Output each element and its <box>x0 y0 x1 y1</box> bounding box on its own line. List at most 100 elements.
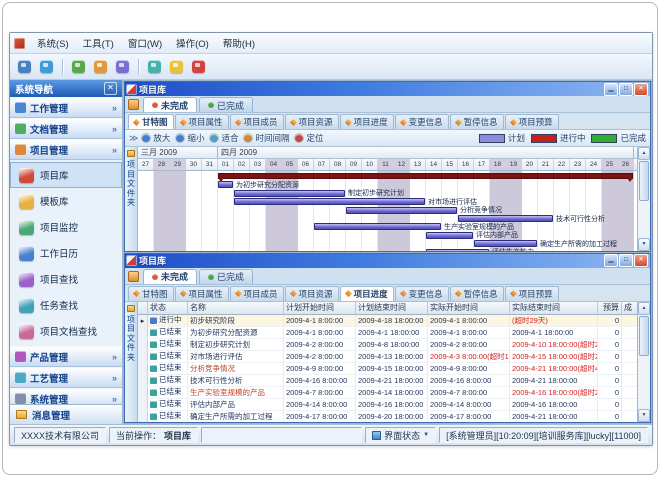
column-header-actual-end[interactable]: 实际结束时间 <box>510 302 598 315</box>
tab-progress[interactable]: 项目进度 <box>340 114 394 129</box>
column-header-name[interactable]: 名称 <box>188 302 284 315</box>
gantt-tool-zoom-out[interactable]: 缩小 <box>176 132 204 144</box>
table-row[interactable]: 已结束确定生产所需的加工过程2009-4-17 8:00:002009-4-20… <box>138 411 637 423</box>
tab-pause-info[interactable]: 暂停信息 <box>450 114 504 129</box>
scrollbar-thumb[interactable] <box>639 316 649 356</box>
gantt-bar-lab-scale-product[interactable] <box>314 223 441 230</box>
gantt-tool-locate[interactable]: 定位 <box>295 132 323 144</box>
column-header-budget[interactable]: 预算 <box>598 302 622 315</box>
gantt-bar-initial-research-phase[interactable] <box>218 173 633 179</box>
scroll-up-icon[interactable] <box>638 302 650 315</box>
table-row[interactable]: 已结束技术可行性分析2009-4-16 8:00:002009-4-21 18:… <box>138 375 637 387</box>
sidebar-group-product-management[interactable]: 产品管理 <box>10 346 122 367</box>
table-window-titlebar[interactable]: 项目库 <box>125 254 650 268</box>
maximize-button[interactable] <box>619 254 633 267</box>
sidebar-item-project-doc-search[interactable]: 项目文档查找 <box>10 318 122 344</box>
gantt-vertical-scrollbar[interactable] <box>637 147 650 251</box>
table-row[interactable]: 已结束分析竞争情况2009-4-9 8:00:002009-4-15 18:00… <box>138 363 637 375</box>
column-header-plan-end[interactable]: 计划结束时间 <box>356 302 428 315</box>
table-vertical-scrollbar[interactable] <box>637 302 650 423</box>
tab-unfinished[interactable]: 未完成 <box>143 97 197 112</box>
maximize-button[interactable] <box>619 83 633 96</box>
tab-finished[interactable]: 已完成 <box>199 269 253 284</box>
close-button[interactable] <box>634 83 648 96</box>
tab-pause-info[interactable]: 暂停信息 <box>450 286 504 301</box>
browser-button[interactable] <box>37 57 56 76</box>
sidebar-group-project-management[interactable]: 项目管理 <box>10 139 122 160</box>
sidebar-group-system-management[interactable]: 系统管理 <box>10 388 122 404</box>
gantt-bar-internal-product-eval[interactable] <box>426 232 473 239</box>
menu-item[interactable]: 工具(T) <box>76 34 121 52</box>
gantt-tool-time-interval[interactable]: 时间间隔 <box>244 132 289 144</box>
table-row[interactable]: 已结束评估内部产品2009-4-14 8:00:002009-4-16 18:0… <box>138 399 637 411</box>
scrollbar-track[interactable] <box>638 202 650 238</box>
column-header-cost[interactable]: 成 <box>622 302 637 315</box>
tab-unfinished[interactable]: 未完成 <box>143 269 197 284</box>
column-header-status[interactable]: 状态 <box>148 302 188 315</box>
sidebar-group-process-management[interactable]: 工艺管理 <box>10 367 122 388</box>
lock-button[interactable] <box>167 57 186 76</box>
close-button[interactable] <box>634 254 648 267</box>
tab-members[interactable]: 项目成员 <box>230 286 284 301</box>
sidebar-item-template-library[interactable]: 模板库 <box>10 188 122 214</box>
project-folder-strip[interactable]: 项目文件夹 <box>125 147 138 251</box>
toolbar-chevron-icon[interactable] <box>129 133 138 144</box>
gantt-bar-competition-analysis[interactable] <box>346 207 457 214</box>
save-button[interactable] <box>15 57 34 76</box>
column-header-plan-start[interactable]: 计划开始时间 <box>284 302 356 315</box>
scroll-down-icon[interactable] <box>638 409 650 422</box>
sidebar-group-work-management[interactable]: 工作管理 <box>10 97 122 118</box>
tab-members[interactable]: 项目成员 <box>230 114 284 129</box>
sidebar-item-project-library[interactable]: 项目库 <box>10 162 122 188</box>
sidebar-item-work-calendar[interactable]: 工作日历 <box>10 240 122 266</box>
tab-change-info[interactable]: 变更信息 <box>395 114 449 129</box>
tab-resources[interactable]: 项目资源 <box>285 286 339 301</box>
scroll-down-icon[interactable] <box>638 238 650 251</box>
tab-attributes[interactable]: 项目属性 <box>175 286 229 301</box>
sidebar-group-document-management[interactable]: 文档管理 <box>10 118 122 139</box>
sidebar-item-task-search[interactable]: 任务查找 <box>10 292 122 318</box>
project-window-button[interactable] <box>69 57 88 76</box>
gantt-tool-fit[interactable]: 适合 <box>210 132 238 144</box>
tab-budget[interactable]: 项目预算 <box>505 286 559 301</box>
exit-button[interactable] <box>189 57 208 76</box>
scrollbar-track[interactable] <box>638 357 650 410</box>
menu-item[interactable]: 窗口(W) <box>121 34 169 52</box>
scroll-up-icon[interactable] <box>638 147 650 160</box>
tab-gantt[interactable]: 甘特图 <box>128 114 174 129</box>
report-button[interactable] <box>91 57 110 76</box>
tab-resources[interactable]: 项目资源 <box>285 114 339 129</box>
sidebar-tab-message-management[interactable]: 消息管理 <box>10 404 122 424</box>
column-header-actual-start[interactable]: 实际开始时间 <box>428 302 510 315</box>
table-row[interactable]: 进行中初步研究阶段2009-4-1 8:00:002009-4-18 18:00… <box>138 315 637 327</box>
tab-finished[interactable]: 已完成 <box>199 97 253 112</box>
sidebar-close-icon[interactable] <box>104 82 117 95</box>
tab-progress[interactable]: 项目进度 <box>340 286 394 301</box>
gantt-tool-zoom-in[interactable]: 放大 <box>142 132 170 144</box>
ui-state-dropdown[interactable]: 界面状态 <box>365 427 436 443</box>
gantt-bar-market-evaluation[interactable] <box>234 198 425 205</box>
minimize-button[interactable] <box>604 254 618 267</box>
menu-item[interactable]: 帮助(H) <box>216 34 262 52</box>
tab-change-info[interactable]: 变更信息 <box>395 286 449 301</box>
sidebar-item-project-monitor[interactable]: 项目监控 <box>10 214 122 240</box>
menu-item[interactable]: 操作(O) <box>169 34 216 52</box>
gantt-bar-allocate-resources[interactable] <box>218 181 233 188</box>
minimize-button[interactable] <box>604 83 618 96</box>
project-folder-strip[interactable]: 项目文件夹 <box>125 302 138 423</box>
sidebar-item-project-search[interactable]: 项目查找 <box>10 266 122 292</box>
table-row[interactable]: 已结束对市场进行评估2009-4-2 8:00:002009-4-13 18:0… <box>138 351 637 363</box>
table-row[interactable]: 已结束制定初步研究计划2009-4-2 8:00:002009-4-8 18:0… <box>138 339 637 351</box>
table-row[interactable]: 已结束为初步研究分配资源2009-4-1 8:00:002009-4-1 18:… <box>138 327 637 339</box>
gantt-bar-initial-research-plan[interactable] <box>234 190 345 197</box>
table-row[interactable]: 已结束生产实验室规模的产品2009-4-7 8:00:002009-4-14 1… <box>138 387 637 399</box>
calculator-button[interactable] <box>145 57 164 76</box>
gantt-bar-capacity-evaluation[interactable] <box>426 249 489 251</box>
tab-gantt[interactable]: 甘特图 <box>128 286 174 301</box>
gantt-window-titlebar[interactable]: 项目库 <box>125 82 650 96</box>
tab-budget[interactable]: 项目预算 <box>505 114 559 129</box>
tab-attributes[interactable]: 项目属性 <box>175 114 229 129</box>
calendar-button[interactable] <box>113 57 132 76</box>
column-header-indicator[interactable] <box>138 302 148 315</box>
scrollbar-thumb[interactable] <box>639 161 649 201</box>
